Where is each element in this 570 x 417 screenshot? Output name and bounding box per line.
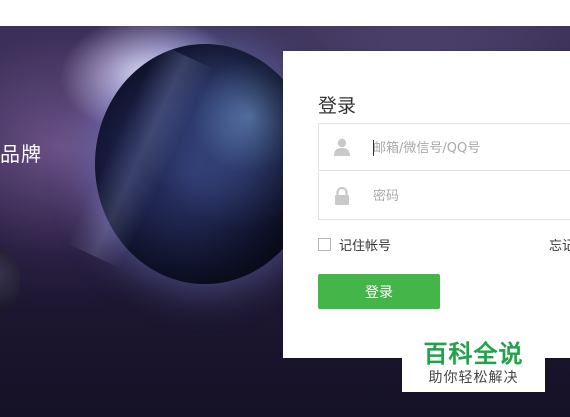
watermark-title: 百科全说 (423, 340, 524, 368)
password-field[interactable] (318, 172, 570, 220)
hero-brand-text: 品牌 (0, 142, 42, 166)
watermark-subtitle: 助你轻松解决 (428, 370, 519, 386)
username-input[interactable] (373, 135, 570, 161)
forgot-link[interactable]: 忘记 (549, 235, 570, 254)
login-button[interactable]: 登录 (318, 274, 440, 309)
top-bar (0, 0, 570, 26)
watermark: 百科全说 助你轻松解决 (402, 330, 545, 392)
text-caret (373, 140, 374, 156)
remember-checkbox[interactable] (318, 238, 331, 251)
planet-image (95, 44, 315, 284)
login-panel: 登录 记住帐号 忘记 登录 (283, 51, 570, 358)
person-icon (319, 124, 365, 170)
remember-label: 记住帐号 (339, 239, 392, 254)
remember-account[interactable]: 记住帐号 (318, 235, 391, 254)
username-field[interactable] (318, 123, 570, 171)
password-input[interactable] (373, 183, 570, 209)
lock-icon (319, 172, 365, 219)
small-planet-image (0, 246, 20, 316)
login-title: 登录 (318, 95, 357, 117)
